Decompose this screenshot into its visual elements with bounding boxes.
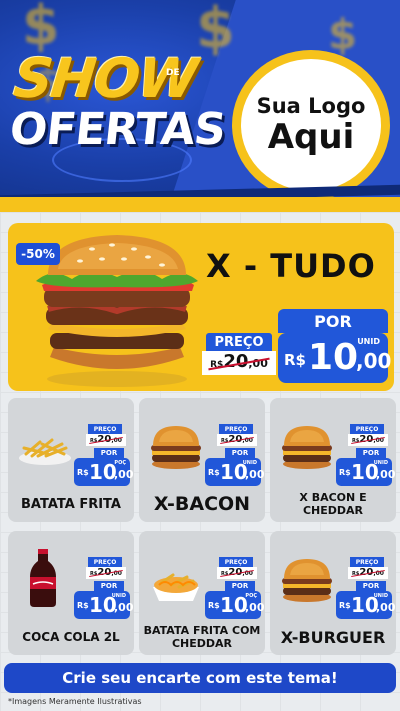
- new-price-cents: ,00: [245, 601, 265, 614]
- new-price-value: 10: [351, 593, 379, 617]
- product-image: [151, 426, 201, 469]
- unit-label: UNID: [357, 337, 380, 346]
- preco-label: PREÇO: [88, 557, 122, 567]
- product-name: BATATA FRITA: [21, 496, 121, 512]
- new-price: UNID R$ 10 ,00: [74, 591, 134, 619]
- dollar-icon: $: [328, 10, 358, 59]
- por-label: POR: [225, 581, 255, 591]
- product-name: BATATA FRITA COM CHEDDAR: [143, 624, 261, 650]
- new-price-cents: ,00: [114, 601, 134, 614]
- product-card-2[interactable]: PREÇO R$ 20 ,00 POR UNID R$ 10 ,00 X-BAC…: [139, 398, 265, 522]
- product-image: [282, 426, 332, 469]
- preco-label: PREÇO: [88, 424, 122, 434]
- featured-product-name: X - TUDO: [206, 247, 376, 285]
- title-de: DE: [166, 68, 180, 78]
- product-card-1[interactable]: PREÇO R$ 20 ,00 POR POÇ R$ 10 ,00 BATATA…: [8, 398, 134, 522]
- create-flyer-button[interactable]: Crie seu encarte com este tema!: [4, 663, 396, 693]
- new-price-cents: ,00: [114, 468, 134, 481]
- new-price-value: 10: [220, 593, 248, 617]
- featured-product-card[interactable]: -50% X - TUDO POR PREÇO R$ 20 ,00 UNID R…: [8, 223, 394, 391]
- product-name: X-BACON: [153, 492, 251, 515]
- preco-label: PREÇO: [206, 333, 272, 351]
- preco-label: PREÇO: [219, 424, 253, 434]
- product-name: X-BURGUER: [280, 627, 386, 647]
- title-show: SHOW: [10, 47, 199, 110]
- new-price-cents: ,00: [245, 468, 265, 481]
- preco-label: PREÇO: [350, 557, 384, 567]
- por-label: POR: [94, 448, 124, 458]
- product-card-5[interactable]: PREÇO R$ 20 ,00 POR POÇ R$ 10 ,00 BATATA…: [139, 531, 265, 655]
- por-label: POR: [278, 309, 388, 333]
- old-price: R$ 20 ,00: [86, 567, 126, 579]
- logo-text-line1: Sua Logo: [256, 94, 366, 118]
- old-price: R$ 20 ,00: [348, 434, 388, 446]
- preco-label: PREÇO: [350, 424, 384, 434]
- new-price-currency: R$: [77, 601, 89, 610]
- disclaimer-text: *Imagens Meramente Ilustrativas: [8, 697, 142, 706]
- new-price: UNID R$ 10 ,00: [278, 333, 392, 383]
- por-label: POR: [356, 448, 386, 458]
- product-name: X BACON E CHEDDAR: [299, 491, 367, 517]
- new-price-currency: R$: [284, 351, 306, 369]
- discount-badge: -50%: [16, 243, 60, 265]
- new-price-currency: R$: [77, 468, 89, 477]
- preco-label: PREÇO: [219, 557, 253, 567]
- new-price-cents: ,00: [376, 468, 396, 481]
- new-price-currency: R$: [339, 468, 351, 477]
- old-price: R$ 20 ,00: [86, 434, 126, 446]
- new-price-value: 10: [89, 593, 117, 617]
- product-image: [153, 573, 199, 601]
- new-price-currency: R$: [208, 601, 220, 610]
- header-banner: $ $ $ $ SHOW OFERTAS DE Sua Logo Aqui: [0, 0, 400, 212]
- por-label: POR: [94, 581, 124, 591]
- new-price-cents: ,00: [356, 349, 392, 373]
- new-price: POÇ R$ 10 ,00: [74, 458, 134, 486]
- product-image: [19, 438, 71, 465]
- title-ofertas: OFERTAS: [7, 104, 228, 155]
- old-price: R$ 20 ,00: [217, 434, 257, 446]
- logo-placeholder[interactable]: Sua Logo Aqui: [232, 50, 390, 200]
- logo-text-line2: Aqui: [267, 117, 355, 157]
- new-price-cents: ,00: [376, 601, 396, 614]
- new-price-currency: R$: [339, 601, 351, 610]
- product-image: [30, 549, 56, 607]
- product-card-6[interactable]: PREÇO R$ 20 ,00 POR UNID R$ 10 ,00 X-BUR…: [270, 531, 396, 655]
- new-price-currency: R$: [208, 468, 220, 477]
- product-card-4[interactable]: PREÇO R$ 20 ,00 POR UNID R$ 10 ,00 COCA …: [8, 531, 134, 655]
- new-price: UNID R$ 10 ,00: [205, 458, 265, 486]
- new-price-value: 10: [89, 460, 117, 484]
- header-yellow-band: [0, 197, 400, 212]
- product-name: COCA COLA 2L: [22, 629, 120, 644]
- por-label: POR: [225, 448, 255, 458]
- product-image: [282, 559, 332, 602]
- new-price-value: 10: [220, 460, 248, 484]
- por-label: POR: [356, 581, 386, 591]
- show-de-ofertas-title: SHOW OFERTAS: [7, 47, 227, 155]
- new-price-value: 10: [308, 337, 359, 378]
- old-price: R$ 20 ,00: [217, 567, 257, 579]
- new-price: UNID R$ 10 ,00: [336, 591, 396, 619]
- old-price: R$ 20 ,00: [348, 567, 388, 579]
- new-price-value: 10: [351, 460, 379, 484]
- product-card-3[interactable]: PREÇO R$ 20 ,00 POR UNID R$ 10 ,00 X BAC…: [270, 398, 396, 522]
- old-price-box: PREÇO R$ 20 ,00: [202, 333, 276, 379]
- new-price: UNID R$ 10 ,00: [336, 458, 396, 486]
- new-price: POÇ R$ 10 ,00: [205, 591, 265, 619]
- old-price: R$ 20 ,00: [202, 351, 276, 375]
